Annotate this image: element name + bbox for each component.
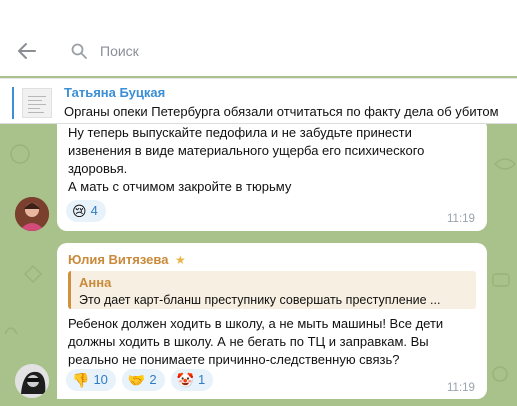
reaction-count: 2	[149, 372, 157, 387]
crying-face-icon: 😢	[72, 203, 87, 219]
message-line: реально не понимаете причинно-следственн…	[68, 352, 400, 367]
sender-name[interactable]: Юлия Витязева	[68, 251, 168, 269]
pinned-sender-name: Татьяна Буцкая	[64, 85, 166, 100]
message-line: Ребенок должен ходить в школу, а не мыть…	[68, 316, 444, 331]
reaction-thumbs-down[interactable]: 👎 10	[66, 369, 116, 391]
arrow-left-icon	[18, 43, 36, 59]
message-bubble[interactable]: Ну теперь выпускайте педофила и не забуд…	[57, 124, 487, 231]
search-bar	[0, 26, 517, 76]
reactions-row: 😢 4	[66, 200, 106, 222]
reaction-clown-face[interactable]: 🤡 1	[170, 369, 214, 391]
reaction-count: 10	[93, 372, 108, 387]
message-time: 11:19	[447, 213, 475, 225]
message-time: 11:19	[447, 382, 475, 394]
reply-quote[interactable]: Анна Это дает карт-бланш преступнику сов…	[68, 271, 476, 309]
message-line: извенения в виде материального ущерба ег…	[68, 143, 425, 158]
pinned-indicator-bar	[12, 87, 14, 119]
message-line: А мать с отчимом закройте в тюрьму	[68, 179, 292, 194]
message-text: Ну теперь выпускайте педофила и не забуд…	[68, 124, 473, 196]
reaction-count: 1	[198, 372, 206, 387]
back-button[interactable]	[14, 39, 40, 63]
search-icon	[71, 43, 87, 59]
thumbs-down-icon: 👎	[72, 372, 90, 388]
user-avatar-icon	[15, 197, 49, 231]
reactions-row: 👎 10 🤝 2 🤡 1	[66, 369, 214, 391]
clown-face-icon: 🤡	[176, 372, 195, 388]
avatar[interactable]	[15, 197, 49, 231]
avatar[interactable]	[15, 364, 49, 398]
pinned-document-thumbnail	[22, 88, 52, 118]
reply-text: Это дает карт-бланш преступнику совершат…	[79, 293, 441, 307]
message-line: Ну теперь выпускайте педофила и не забуд…	[68, 125, 412, 140]
message-line: здоровья.	[68, 161, 128, 176]
user-avatar-icon	[15, 364, 49, 398]
reply-sender-name: Анна	[79, 275, 112, 290]
message-line: должны ходить в школу. А не бегать по ТЦ…	[68, 334, 429, 349]
window-top-strip	[0, 0, 517, 26]
reaction-handshake[interactable]: 🤝 2	[121, 369, 165, 391]
reaction-count: 4	[90, 203, 98, 218]
message-bubble[interactable]: Юлия Витязева ★ Анна Это дает карт-бланш…	[57, 243, 487, 399]
pinned-message[interactable]: Татьяна Буцкая Органы опеки Петербурга о…	[0, 78, 517, 124]
reaction-crying-face[interactable]: 😢 4	[66, 200, 106, 222]
message-text: Ребенок должен ходить в школу, а не мыть…	[68, 315, 473, 369]
search-input[interactable]	[100, 40, 490, 62]
star-icon: ★	[175, 253, 186, 267]
handshake-icon: 🤝	[127, 372, 146, 388]
pinned-preview-text: Органы опеки Петербурга обязали отчитать…	[64, 104, 499, 119]
chat-area[interactable]: Ну теперь выпускайте педофила и не забуд…	[0, 124, 517, 406]
